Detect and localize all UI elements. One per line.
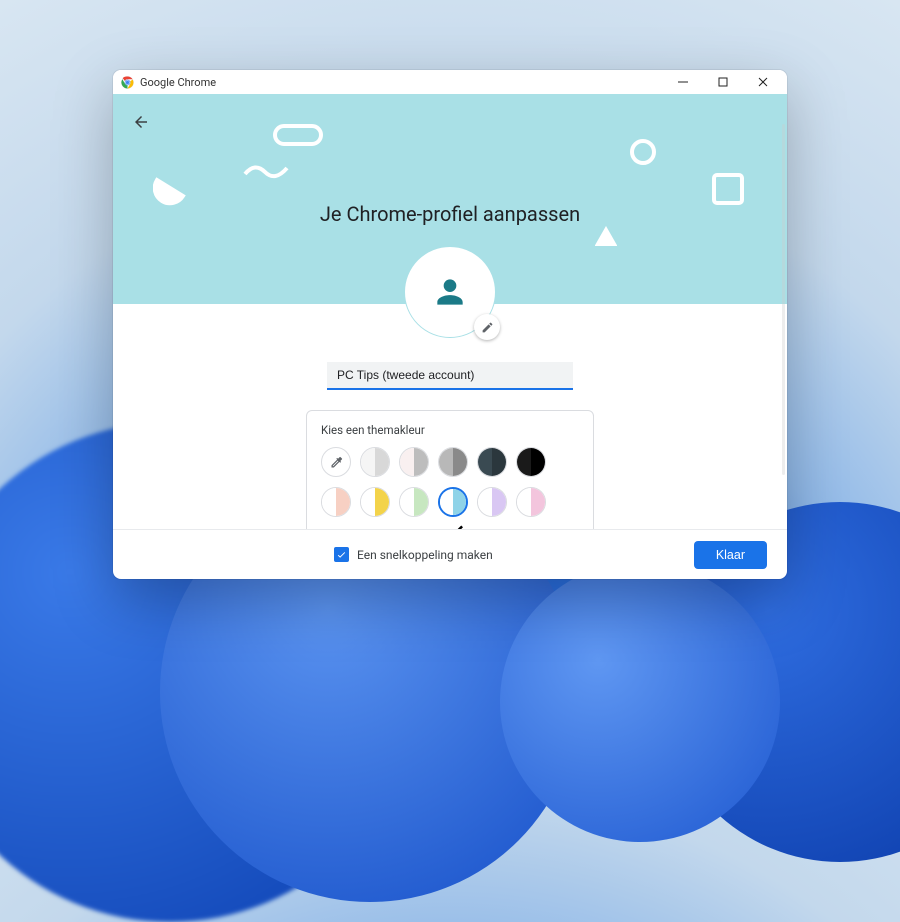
pencil-icon <box>481 321 494 334</box>
color-swatch[interactable] <box>438 447 468 477</box>
deco-circle-icon <box>629 138 657 170</box>
color-swatch[interactable] <box>360 487 390 517</box>
profile-name-field <box>327 362 573 390</box>
scrollbar[interactable] <box>782 124 785 475</box>
color-swatch[interactable] <box>477 447 507 477</box>
avatar <box>404 246 496 338</box>
close-button[interactable] <box>743 70 783 94</box>
color-swatch[interactable] <box>477 487 507 517</box>
back-button[interactable] <box>125 106 157 138</box>
swatch-row <box>321 447 579 477</box>
deco-squiggle-icon <box>243 160 291 184</box>
done-button[interactable]: Klaar <box>694 541 767 569</box>
theme-card: Kies een themakleur <box>306 410 594 529</box>
content-area: Je Chrome-profiel aanpassen Kies een the… <box>113 94 787 529</box>
profile-name-input[interactable] <box>327 362 573 390</box>
color-swatch[interactable] <box>438 487 468 517</box>
color-swatch[interactable] <box>516 487 546 517</box>
shortcut-toggle[interactable]: Een snelkoppeling maken <box>133 547 694 562</box>
color-swatch[interactable] <box>516 447 546 477</box>
deco-triangle-icon <box>595 226 617 252</box>
eyedropper-icon <box>329 455 344 470</box>
color-swatch[interactable] <box>399 447 429 477</box>
color-swatch[interactable] <box>360 447 390 477</box>
window-title: Google Chrome <box>140 76 216 89</box>
theme-label: Kies een themakleur <box>321 423 579 437</box>
shortcut-label: Een snelkoppeling maken <box>357 548 493 562</box>
edit-avatar-button[interactable] <box>474 314 500 340</box>
color-swatch[interactable] <box>399 487 429 517</box>
maximize-button[interactable] <box>703 70 743 94</box>
chrome-window: Google Chrome Je Chrome-profiel aanpasse… <box>113 70 787 579</box>
titlebar: Google Chrome <box>113 70 787 94</box>
minimize-button[interactable] <box>663 70 703 94</box>
deco-pill-icon <box>273 124 323 150</box>
chrome-logo-icon <box>121 76 134 89</box>
arrow-left-icon <box>132 113 150 131</box>
swatch-row <box>321 487 579 529</box>
footer: Een snelkoppeling maken Klaar <box>113 529 787 579</box>
checkmark-icon <box>438 517 468 529</box>
person-icon <box>431 273 469 311</box>
color-swatch[interactable] <box>321 487 351 517</box>
color-picker-swatch[interactable] <box>321 447 351 477</box>
checkbox-checked-icon <box>334 547 349 562</box>
page-title: Je Chrome-profiel aanpassen <box>113 202 787 226</box>
wallpaper-petal <box>500 562 780 842</box>
